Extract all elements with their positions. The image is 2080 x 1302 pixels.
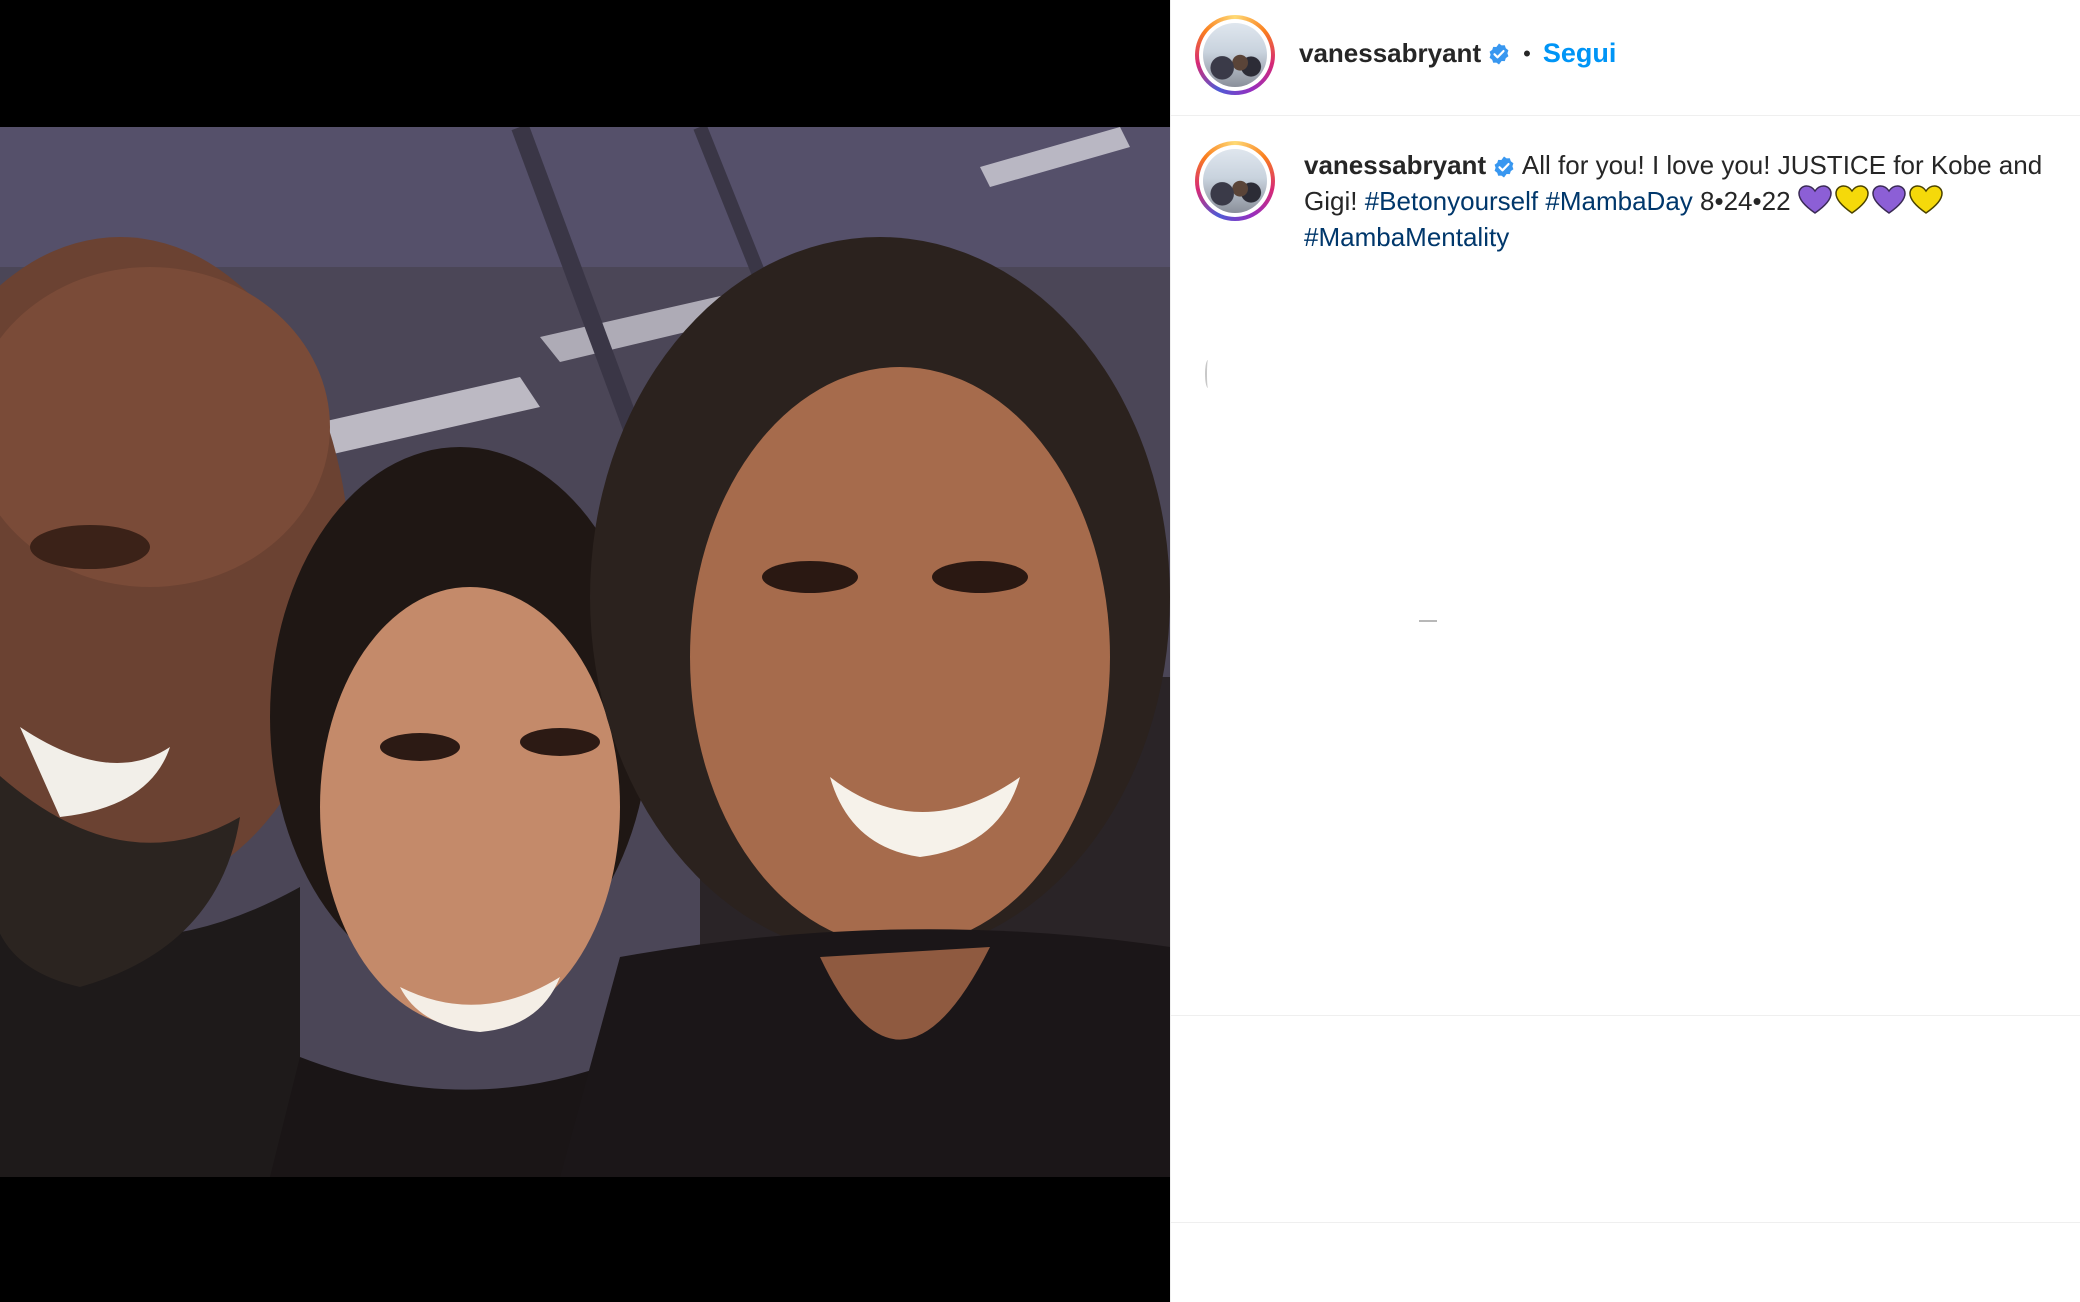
caption-body: vanessabryant All for you! I love you! J…	[1304, 147, 2064, 255]
hashtag-mambamentality[interactable]: #MambaMentality	[1304, 222, 1509, 252]
section-divider	[1171, 1015, 2080, 1016]
caption-avatar[interactable]	[1195, 141, 1275, 221]
avatar-image	[1203, 149, 1267, 213]
yellow-heart-icon	[1835, 185, 1869, 214]
heart-emoji-row	[1798, 185, 1946, 216]
verified-badge-icon	[1494, 156, 1514, 178]
author-avatar[interactable]	[1195, 15, 1275, 95]
caption-date: 8•24•22	[1700, 186, 1791, 216]
caption-username[interactable]: vanessabryant	[1304, 150, 1486, 180]
hashtag-mambaday[interactable]: #MambaDay	[1545, 186, 1692, 216]
post-sidebar: vanessabryant • Segui vanessabryant All …	[1170, 0, 2080, 1302]
separator-dot: •	[1523, 40, 1531, 66]
purple-heart-icon	[1798, 185, 1832, 214]
section-divider	[1171, 1222, 2080, 1223]
post-media-pane	[0, 0, 1170, 1302]
family-selfie-image	[0, 127, 1170, 1177]
post-header: vanessabryant • Segui	[1171, 0, 2080, 116]
author-username[interactable]: vanessabryant	[1299, 38, 1481, 69]
verified-badge-icon	[1489, 43, 1509, 64]
header-user-row: vanessabryant • Segui	[1299, 38, 1616, 69]
follow-button[interactable]: Segui	[1543, 38, 1617, 69]
hashtag-betonyourself[interactable]: #Betonyourself	[1365, 186, 1538, 216]
yellow-heart-icon	[1909, 185, 1943, 214]
purple-heart-icon	[1872, 185, 1906, 214]
post-photo[interactable]	[0, 127, 1170, 1177]
instagram-post-view: vanessabryant • Segui vanessabryant All …	[0, 0, 2080, 1302]
faint-mark	[1205, 360, 1211, 388]
faint-dash	[1419, 620, 1437, 622]
avatar-image	[1203, 23, 1267, 87]
